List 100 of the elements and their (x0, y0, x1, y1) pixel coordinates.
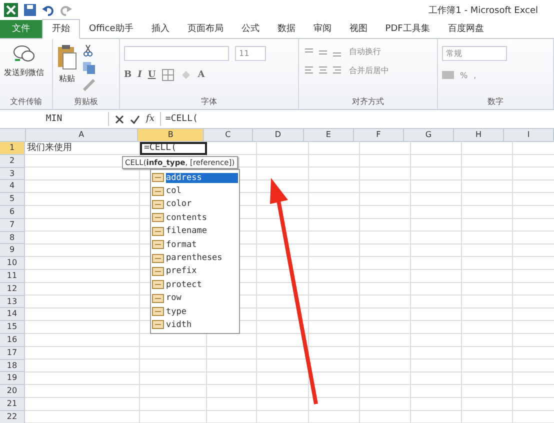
column-header[interactable]: I (504, 129, 554, 141)
ribbon-tab[interactable]: 视图 (340, 20, 376, 38)
row-header[interactable]: 1 (0, 142, 25, 155)
formula-field[interactable]: =CELL( (160, 112, 554, 126)
function-icon (152, 200, 164, 209)
font-style-button[interactable]: B (124, 70, 132, 80)
column-header[interactable]: G (404, 129, 454, 141)
row-header[interactable]: 4 (0, 180, 25, 194)
autocomplete-item[interactable]: address (166, 172, 238, 183)
ribbon-tab[interactable]: Office助手 (80, 20, 142, 38)
border-icon[interactable] (162, 69, 174, 81)
file-tab[interactable]: 文件 (0, 20, 42, 38)
autocomplete-item[interactable]: prefix (166, 266, 238, 276)
row-header[interactable]: 21 (0, 398, 25, 411)
function-icon (152, 254, 164, 263)
ribbon-tab[interactable]: 插入 (142, 20, 178, 38)
font-color-button[interactable]: A (198, 70, 205, 80)
check-icon[interactable] (130, 114, 140, 124)
function-icon (152, 266, 164, 276)
column-header[interactable]: B (138, 129, 204, 141)
row-header[interactable]: 18 (0, 360, 25, 372)
clipboard-icon (57, 44, 77, 70)
function-icon (152, 213, 164, 222)
number-format-field[interactable]: 常规 (442, 46, 507, 61)
column-header[interactable]: D (252, 129, 304, 141)
column-header[interactable]: F (354, 129, 404, 141)
row-header[interactable]: 12 (0, 282, 25, 296)
redo-icon[interactable] (60, 4, 72, 16)
row-header[interactable]: 16 (0, 334, 25, 347)
row-header[interactable]: 7 (0, 218, 25, 232)
autocomplete-item[interactable]: color (166, 199, 238, 210)
column-header[interactable]: H (454, 129, 504, 141)
paste-button[interactable]: 粘贴 (57, 41, 77, 84)
wrap-text-button[interactable]: 自动换行 (349, 46, 381, 57)
row-header[interactable]: 19 (0, 372, 25, 386)
align-top-icon[interactable] (303, 46, 343, 56)
autocomplete-item[interactable]: row (166, 293, 238, 304)
scissors-icon[interactable] (83, 45, 93, 57)
row-header[interactable]: 13 (0, 296, 25, 308)
align-left-icon[interactable] (303, 66, 343, 76)
row-header[interactable]: 5 (0, 193, 25, 206)
group-label: 文件传输 (9, 96, 43, 108)
row-header[interactable]: 15 (0, 321, 25, 334)
function-icon (152, 173, 164, 182)
ribbon-tab[interactable]: 数据 (268, 20, 304, 38)
function-icon (152, 226, 164, 236)
row-header[interactable]: 9 (0, 244, 25, 258)
function-icon (152, 240, 164, 250)
ribbon-tab[interactable]: PDF工具集 (376, 20, 439, 38)
row-header[interactable]: 6 (0, 206, 25, 219)
row-header[interactable]: 3 (0, 168, 25, 180)
ribbon-tab[interactable]: 开始 (42, 19, 80, 39)
name-box[interactable]: MIN (0, 112, 109, 126)
row-header[interactable]: 10 (0, 257, 25, 270)
group-label: 对齐方式 (351, 96, 385, 108)
function-icon (152, 294, 164, 303)
function-icon (152, 320, 164, 330)
row-header[interactable]: 8 (0, 232, 25, 244)
font-style-button[interactable]: U (148, 70, 156, 80)
autocomplete-item[interactable]: contents (166, 212, 238, 223)
autocomplete-item[interactable]: filename (166, 226, 238, 236)
ribbon-tab[interactable]: 公式 (232, 20, 268, 38)
save-icon[interactable] (24, 4, 36, 16)
column-header[interactable]: C (204, 129, 253, 141)
autocomplete-item[interactable]: col (166, 186, 238, 196)
group-label: 数字 (486, 96, 504, 108)
font-name-field[interactable] (124, 46, 229, 61)
autocomplete-item[interactable]: parentheses (166, 253, 238, 264)
insert-function-button[interactable]: fx (146, 114, 154, 124)
function-icon (152, 186, 164, 196)
window-title: 工作簿1 - Microsoft Excel (428, 4, 538, 16)
brush-icon[interactable] (83, 79, 95, 91)
row-header[interactable]: 2 (0, 154, 25, 168)
function-icon (152, 307, 164, 316)
row-header[interactable]: 11 (0, 270, 25, 283)
row-header[interactable]: 14 (0, 308, 25, 322)
autocomplete-item[interactable]: protect (166, 280, 238, 290)
font-size-field[interactable]: 11 (235, 46, 266, 61)
undo-icon[interactable] (42, 4, 54, 16)
autocomplete-item[interactable]: vidth (166, 320, 238, 330)
font-style-button[interactable]: I (138, 70, 142, 80)
excel-logo-icon[interactable] (4, 3, 18, 17)
row-header[interactable]: 17 (0, 346, 25, 360)
copy-icon[interactable] (83, 62, 95, 74)
autocomplete-item[interactable]: format (166, 240, 238, 250)
table-cell-text: 我们来使用 (26, 142, 73, 155)
ribbon-tab[interactable]: 百度网盘 (438, 20, 493, 38)
function-icon (152, 280, 164, 290)
row-header[interactable]: 22 (0, 410, 25, 423)
ribbon-tab[interactable]: 审阅 (304, 20, 340, 38)
cancel-icon[interactable] (115, 114, 124, 124)
wechat-icon (13, 44, 35, 64)
group-label: 剪贴板 (73, 96, 99, 108)
column-header[interactable]: E (304, 129, 354, 141)
send-to-wechat-button[interactable]: 发送到微信 (4, 41, 44, 78)
ribbon-tab[interactable]: 页面布局 (178, 20, 232, 38)
group-label: 字体 (200, 96, 218, 108)
autocomplete-item[interactable]: type (166, 306, 238, 317)
row-header[interactable]: 20 (0, 385, 25, 398)
table-cell: =CELL( (140, 142, 207, 155)
